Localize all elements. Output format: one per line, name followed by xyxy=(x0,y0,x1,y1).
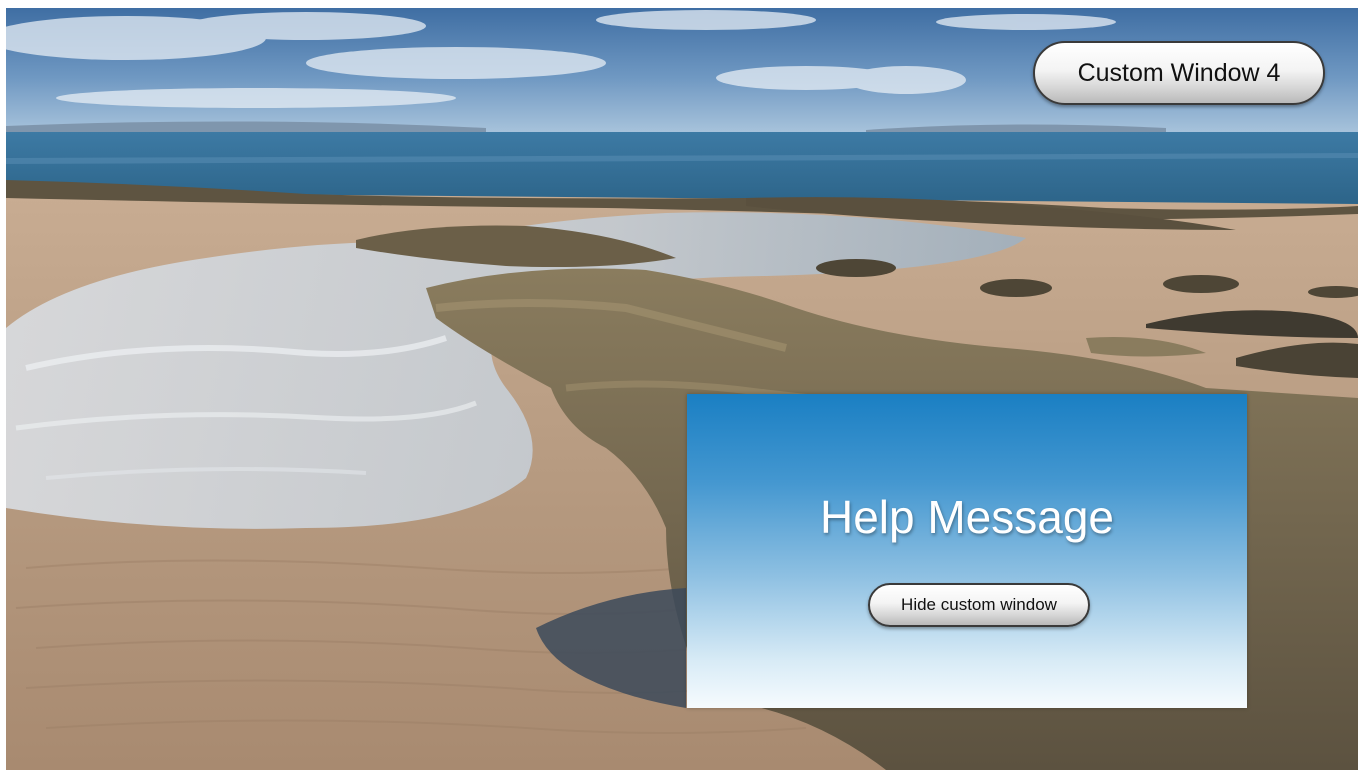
custom-window-4-button[interactable]: Custom Window 4 xyxy=(1033,41,1325,105)
hide-custom-window-button[interactable]: Hide custom window xyxy=(868,583,1090,627)
help-message-title: Help Message xyxy=(819,491,1115,543)
app-stage: Custom Window 4 Help Message Hide custom… xyxy=(6,8,1358,770)
help-message-window: Help Message Hide custom window xyxy=(687,394,1247,708)
